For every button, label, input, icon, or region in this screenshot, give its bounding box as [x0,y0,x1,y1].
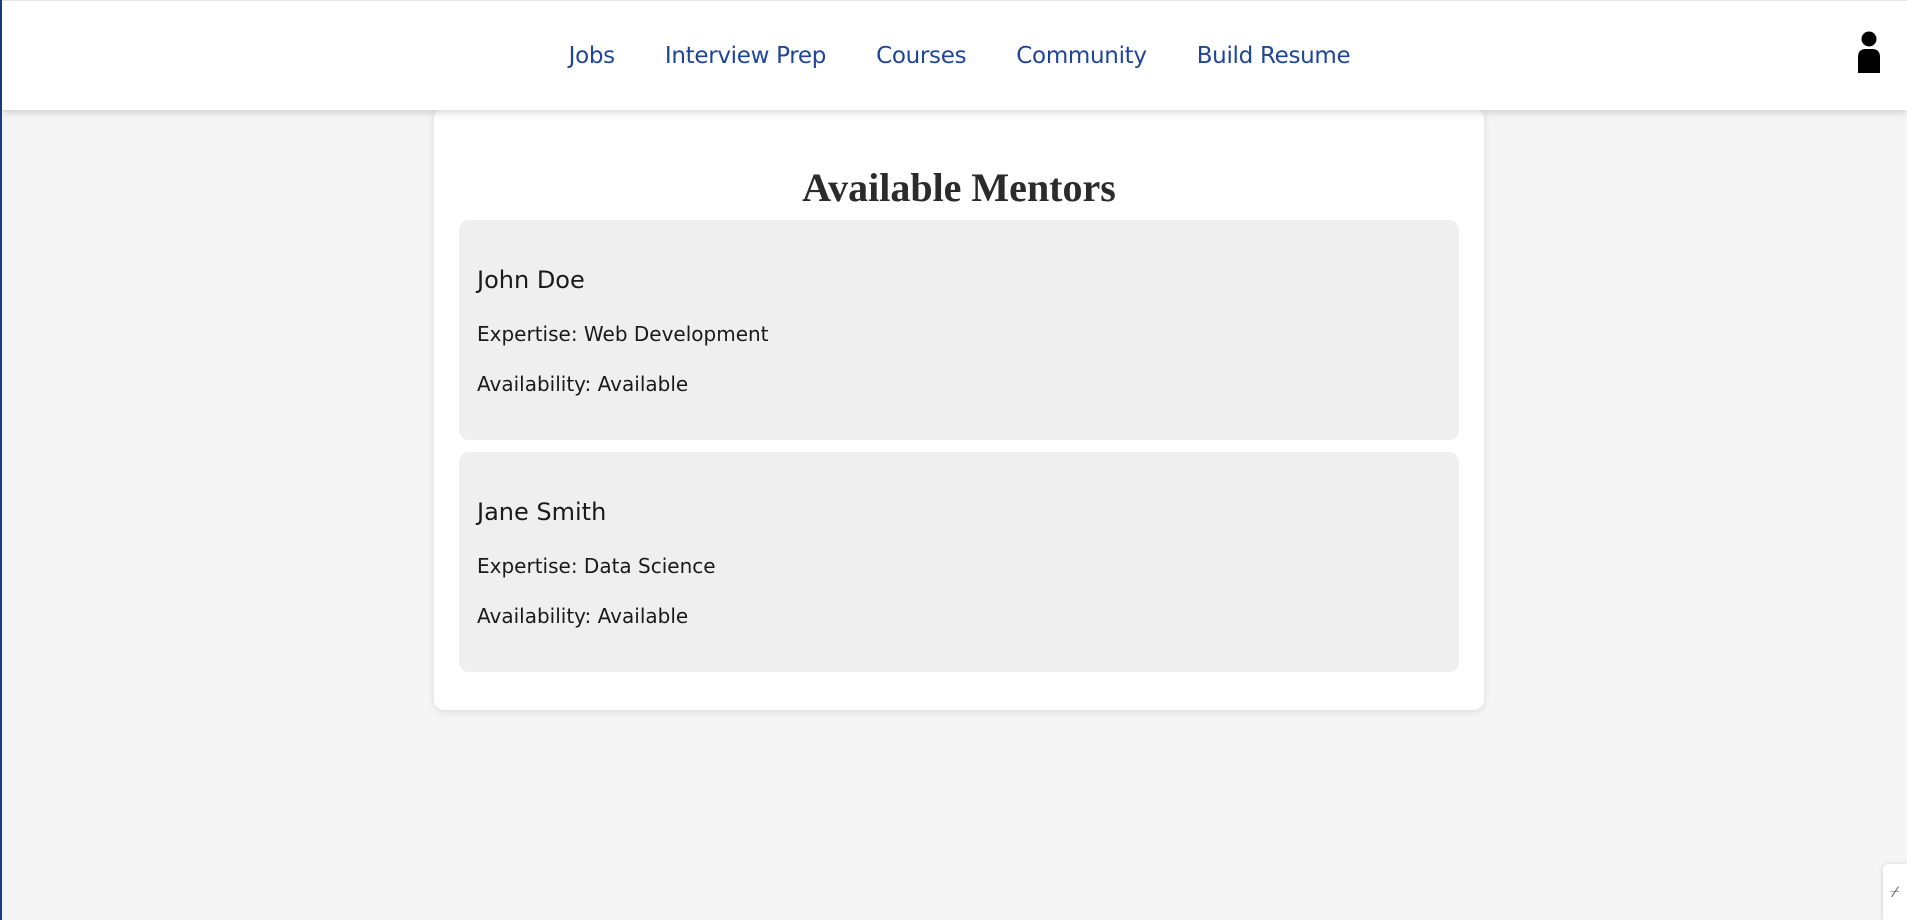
mentor-expertise: Expertise: Data Science [477,554,716,578]
mentors-panel: Available Mentors John Doe Expertise: We… [434,108,1484,710]
nav-link-jobs[interactable]: Jobs [569,43,616,69]
mentor-availability: Availability: Available [477,372,689,396]
mentor-expertise: Expertise: Web Development [477,322,769,346]
user-icon[interactable] [1856,31,1882,73]
mentor-card[interactable]: Jane Smith Expertise: Data Science Avail… [459,452,1459,672]
nav-link-interview-prep[interactable]: Interview Prep [665,43,827,69]
user-silhouette-icon [1858,31,1880,73]
nav-link-courses[interactable]: Courses [876,43,966,69]
nav-link-build-resume[interactable]: Build Resume [1197,43,1351,69]
mentor-name: Jane Smith [477,498,607,526]
mentor-availability: Availability: Available [477,604,689,628]
page-title: Available Mentors [802,165,1116,210]
corner-widget-icon[interactable]: ⌿ [1883,864,1907,920]
main-nav: Jobs Interview Prep Courses Community Bu… [2,1,1907,111]
top-header: Jobs Interview Prep Courses Community Bu… [2,0,1907,110]
mentor-card[interactable]: John Doe Expertise: Web Development Avai… [459,220,1459,440]
nav-link-community[interactable]: Community [1016,43,1147,69]
mentor-name: John Doe [477,266,585,294]
